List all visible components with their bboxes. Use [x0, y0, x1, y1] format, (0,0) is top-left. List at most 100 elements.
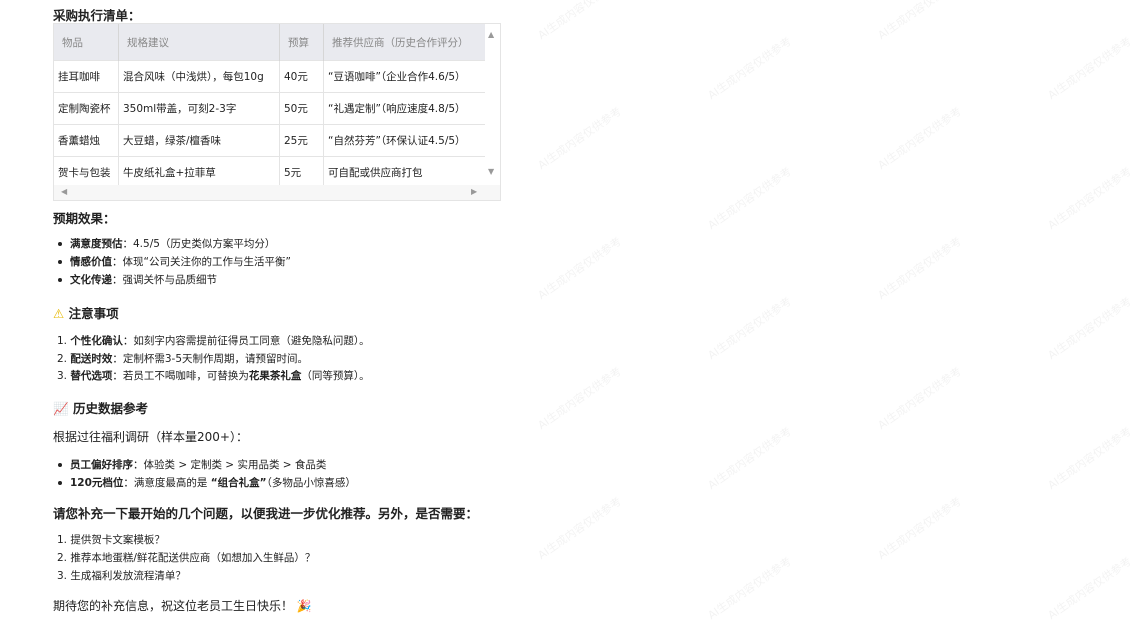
- item-label: 文化传递: [70, 274, 112, 286]
- watermark: AI生成内容仅供参考: [875, 0, 964, 43]
- table-cell: 5元: [279, 156, 324, 188]
- table-cell: 定制陶瓷杯: [54, 92, 119, 125]
- table-row: 香薰蜡烛 大豆蜡，绿茶/檀香味 25元 “自然芬芳”（环保认证4.5/5）: [54, 124, 491, 157]
- party-popper-icon: 🎉: [296, 599, 312, 613]
- watermark: AI生成内容仅供参考: [705, 424, 794, 493]
- table-cell: “豆语咖啡”（企业合作4.6/5）: [323, 60, 491, 93]
- watermark: AI生成内容仅供参考: [875, 494, 964, 563]
- watermark: AI生成内容仅供参考: [1045, 554, 1130, 623]
- item-label: 员工偏好排序: [70, 459, 133, 471]
- notes-title-text: 注意事项: [68, 306, 119, 321]
- item-text: ：体现“公司关注你的工作与生活平衡”: [112, 256, 291, 268]
- item-label: 120元档位: [70, 477, 124, 489]
- list-number: 2.: [57, 352, 68, 365]
- item-text: ：4.5/5（历史类似方案平均分）: [122, 238, 276, 250]
- purchase-table[interactable]: 物品 规格建议 预算 推荐供应商（历史合作评分） 挂耳咖啡 混合风味（中浅烘），每…: [53, 23, 501, 201]
- watermark: AI生成内容仅供参考: [1045, 294, 1130, 363]
- table-row: 定制陶瓷杯 350ml带盖，可刻2-3字 50元 “礼遇定制”（响应速度4.8/5）: [54, 92, 491, 125]
- item-text: ：若员工不喝咖啡，可替换为: [112, 370, 249, 382]
- list-item: 2. 配送时效：定制杯需3-5天制作周期，请预留时间。: [57, 351, 308, 366]
- table-row: 挂耳咖啡 混合风味（中浅烘），每包10g 40元 “豆语咖啡”（企业合作4.6/5）: [54, 60, 491, 93]
- notes-title: ⚠ 注意事项: [53, 303, 119, 322]
- purchase-title: 采购执行清单：: [53, 8, 141, 23]
- item-emphasis: 花果茶礼盒: [248, 370, 302, 382]
- scroll-left-icon[interactable]: ◀: [61, 187, 67, 196]
- table-cell: 混合风味（中浅烘），每包10g: [118, 60, 280, 93]
- question-title: 请您补充一下最开始的几个问题，以便我进一步优化推荐。另外，是否需要：: [53, 506, 479, 521]
- item-label: 配送时效: [70, 352, 113, 365]
- col-header: 规格建议: [118, 24, 280, 61]
- scroll-right-icon[interactable]: ▶: [471, 187, 477, 196]
- bullet-icon: [58, 481, 62, 485]
- watermark: AI生成内容仅供参考: [705, 34, 794, 103]
- item-text: ：满意度最高的是: [123, 477, 211, 489]
- list-item: 情感价值：体现“公司关注你的工作与生活平衡”: [58, 254, 291, 269]
- table-cell: 挂耳咖啡: [54, 60, 119, 93]
- item-text: ：如刻字内容需提前征得员工同意（避免隐私问题）。: [122, 335, 370, 347]
- item-label: 满意度预估: [70, 238, 123, 250]
- item-text: ：强调关怀与品质细节: [112, 274, 217, 286]
- item-text: 生成福利发放流程清单？: [70, 570, 186, 582]
- table-cell: 贺卡与包装: [54, 156, 119, 188]
- list-item: 120元档位：满意度最高的是 “组合礼盒”（多物品小惊喜感）: [58, 475, 356, 490]
- table-cell: “礼遇定制”（响应速度4.8/5）: [323, 92, 491, 125]
- watermark: AI生成内容仅供参考: [705, 164, 794, 233]
- watermark: AI生成内容仅供参考: [535, 0, 624, 43]
- list-number: 1.: [57, 534, 68, 546]
- list-number: 2.: [57, 552, 68, 564]
- scroll-down-icon[interactable]: ▼: [488, 167, 494, 176]
- watermark: AI生成内容仅供参考: [1045, 424, 1130, 493]
- col-header: 物品: [54, 24, 119, 61]
- item-tail: （同等预算）。: [301, 370, 370, 382]
- bullet-icon: [58, 260, 62, 264]
- item-label: 替代选项: [70, 370, 113, 382]
- table-row: 贺卡与包装 牛皮纸礼盒+拉菲草 5元 可自配或供应商打包: [54, 156, 491, 188]
- history-title: 📈 历史数据参考: [53, 398, 148, 417]
- watermark: AI生成内容仅供参考: [705, 294, 794, 363]
- watermark: AI生成内容仅供参考: [535, 364, 624, 433]
- table-cell: 香薰蜡烛: [54, 124, 119, 157]
- list-item: 员工偏好排序：体验类 > 定制类 > 实用品类 > 食品类: [58, 457, 326, 472]
- table-cell: 40元: [279, 60, 324, 93]
- table-cell: 25元: [279, 124, 324, 157]
- watermark: AI生成内容仅供参考: [875, 104, 964, 173]
- effects-title: 预期效果：: [53, 211, 116, 226]
- table-cell: 50元: [279, 92, 324, 125]
- scroll-up-icon[interactable]: ▲: [488, 30, 494, 39]
- watermark: AI生成内容仅供参考: [875, 234, 964, 303]
- table-cell: 350ml带盖，可刻2-3字: [118, 92, 280, 125]
- col-header: 预算: [279, 24, 324, 61]
- closing-message: 期待您的补充信息，祝这位老员工生日快乐！: [53, 599, 294, 613]
- item-emphasis: “组合礼盒”: [210, 477, 267, 489]
- list-item: 3. 替代选项：若员工不喝咖啡，可替换为花果茶礼盒（同等预算）。: [57, 368, 370, 383]
- watermark: AI生成内容仅供参考: [1045, 34, 1130, 103]
- list-item: 3. 生成福利发放流程清单？: [57, 568, 186, 583]
- list-item: 1. 提供贺卡文案模板？: [57, 532, 165, 547]
- table-cell: 牛皮纸礼盒+拉菲草: [118, 156, 280, 188]
- horizontal-scrollbar[interactable]: ◀ ▶: [54, 185, 500, 200]
- bullet-icon: [58, 463, 62, 467]
- table-cell: 可自配或供应商打包: [323, 156, 491, 188]
- watermark: AI生成内容仅供参考: [535, 104, 624, 173]
- warning-icon: ⚠: [53, 306, 65, 321]
- list-item: 1. 个性化确认：如刻字内容需提前征得员工同意（避免隐私问题）。: [57, 333, 370, 348]
- item-text: 提供贺卡文案模板？: [70, 534, 165, 546]
- history-title-text: 历史数据参考: [72, 401, 148, 416]
- list-number: 3.: [57, 370, 68, 382]
- list-number: 3.: [57, 570, 68, 582]
- closing-text: 期待您的补充信息，祝这位老员工生日快乐！ 🎉: [53, 597, 312, 614]
- item-tail: （多物品小惊喜感）: [266, 477, 356, 489]
- list-item: 满意度预估：4.5/5（历史类似方案平均分）: [58, 236, 275, 251]
- item-text: 推荐本地蛋糕/鲜花配送供应商（如想加入生鲜品）？: [70, 552, 316, 564]
- chart-increasing-icon: 📈: [53, 401, 69, 416]
- item-text: ：体验类 > 定制类 > 实用品类 > 食品类: [133, 459, 327, 471]
- item-text: ：定制杯需3-5天制作周期，请预留时间。: [112, 352, 309, 365]
- bullet-icon: [58, 278, 62, 282]
- table-cell: 大豆蜡，绿茶/檀香味: [118, 124, 280, 157]
- watermark: AI生成内容仅供参考: [535, 494, 624, 563]
- vertical-scrollbar[interactable]: ▲ ▼: [485, 24, 500, 186]
- table-header: 物品 规格建议 预算 推荐供应商（历史合作评分）: [54, 24, 491, 61]
- item-label: 情感价值: [70, 256, 112, 268]
- table-cell: “自然芬芳”（环保认证4.5/5）: [323, 124, 491, 157]
- item-label: 个性化确认: [70, 335, 123, 347]
